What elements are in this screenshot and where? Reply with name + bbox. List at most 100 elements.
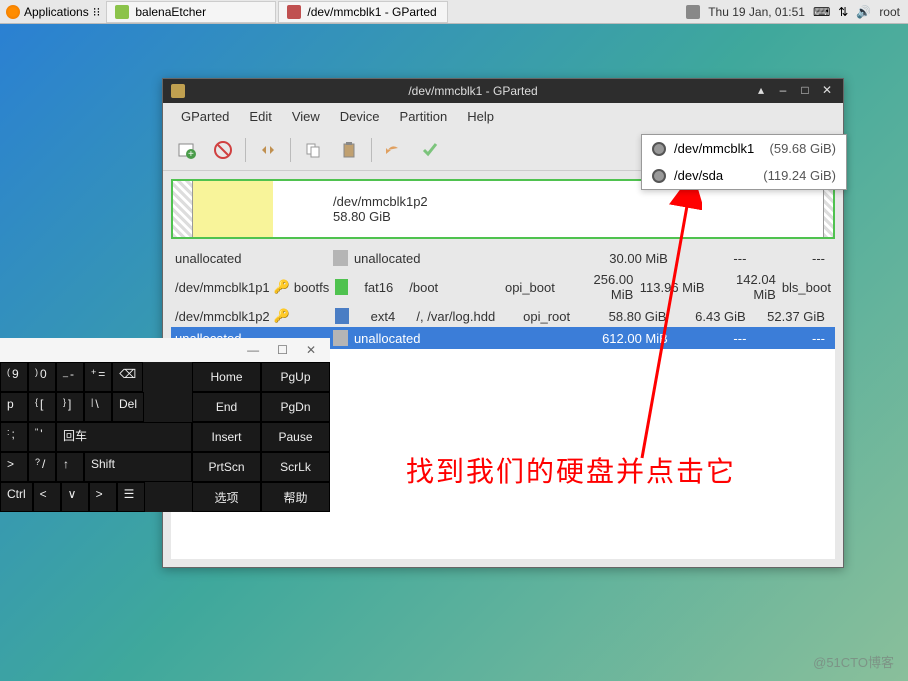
window-title: /dev/mmcblk1 - GParted xyxy=(193,84,753,98)
osk-maximize[interactable]: ☐ xyxy=(277,343,288,357)
osk-key[interactable]: < xyxy=(33,482,61,512)
osk-key[interactable]: Del xyxy=(112,392,144,422)
keyboard-icon[interactable]: ⌨ xyxy=(813,5,830,19)
osk-key[interactable]: {[ xyxy=(28,392,56,422)
menu-device[interactable]: Device xyxy=(330,107,390,126)
fs-type: fat16 xyxy=(354,280,403,295)
resize-button[interactable] xyxy=(254,136,282,164)
paste-button[interactable] xyxy=(335,136,363,164)
delete-button[interactable] xyxy=(209,136,237,164)
osk-key[interactable]: ⌫ xyxy=(112,362,143,392)
maximize-button[interactable]: □ xyxy=(797,83,813,99)
rollup-button[interactable]: ▴ xyxy=(753,83,769,99)
network-icon[interactable]: ⇅ xyxy=(838,5,848,19)
disk-icon xyxy=(652,142,666,156)
partition-table: unallocated unallocated 30.00 MiB --- --… xyxy=(171,247,835,349)
mount: /, /var/log.hdd xyxy=(416,309,517,324)
osk-key[interactable]: _- xyxy=(56,362,84,392)
menu-help[interactable]: Help xyxy=(457,107,504,126)
osk-key[interactable]: PrtScn xyxy=(192,452,261,482)
osk-key[interactable]: 回车 xyxy=(56,422,192,452)
fs-color-icon xyxy=(333,330,348,346)
osk-key[interactable]: > xyxy=(0,452,28,482)
osk-close[interactable]: ✕ xyxy=(306,343,316,357)
osk-key[interactable]: p xyxy=(0,392,28,422)
table-row[interactable]: /dev/mmcblk1p1 🔑 bootfs fat16 /boot opi_… xyxy=(171,269,835,305)
table-row[interactable]: unallocated unallocated 30.00 MiB --- --… xyxy=(171,247,835,269)
osk-key[interactable]: PgDn xyxy=(261,392,330,422)
partition-viz-size: 58.80 GiB xyxy=(333,209,428,224)
device-size: (119.24 GiB) xyxy=(763,168,836,183)
osk-key[interactable]: )0 xyxy=(28,362,56,392)
osk-key[interactable]: }] xyxy=(56,392,84,422)
unused: 52.37 GiB xyxy=(752,309,825,324)
osk-key[interactable]: PgUp xyxy=(261,362,330,392)
titlebar[interactable]: /dev/mmcblk1 - GParted ▴ – □ ✕ xyxy=(163,79,843,103)
osk-key[interactable]: Ctrl xyxy=(0,482,33,512)
osk-key[interactable]: Home xyxy=(192,362,261,392)
svg-text:+: + xyxy=(188,149,194,160)
osk-key[interactable]: ScrLk xyxy=(261,452,330,482)
lock-icon: 🔑 xyxy=(274,308,290,324)
volume-icon[interactable]: 🔊 xyxy=(856,5,871,19)
osk-key[interactable]: ☰ xyxy=(117,482,145,512)
menu-sep: ⁝⁝ xyxy=(93,5,101,19)
fs-color-icon xyxy=(333,250,348,266)
device-size: (59.68 GiB) xyxy=(770,141,836,156)
menu-gparted[interactable]: GParted xyxy=(171,107,239,126)
size: 58.80 GiB xyxy=(593,309,666,324)
fs-type: unallocated xyxy=(354,331,414,346)
fs-type: ext4 xyxy=(355,309,410,324)
label: opi_root xyxy=(523,309,587,324)
applications-menu[interactable]: Applications ⁝⁝ xyxy=(0,5,106,19)
taskbar-item-etcher[interactable]: balenaEtcher xyxy=(106,1,276,23)
osk-key[interactable]: "' xyxy=(28,422,56,452)
osk-key[interactable]: Pause xyxy=(261,422,330,452)
device-option-sda[interactable]: /dev/sda (119.24 GiB) xyxy=(642,162,846,189)
osk-minimize[interactable]: — xyxy=(247,343,259,357)
osk-key[interactable]: += xyxy=(84,362,112,392)
osk-key[interactable]: ∨ xyxy=(61,482,89,512)
used: 113.96 MiB xyxy=(639,280,704,295)
separator xyxy=(371,138,372,162)
user-label: root xyxy=(879,5,900,19)
copy-button[interactable] xyxy=(299,136,327,164)
osk-key[interactable]: Insert xyxy=(192,422,261,452)
osk-key[interactable]: ?/ xyxy=(28,452,56,482)
disk-icon xyxy=(652,169,666,183)
menu-view[interactable]: View xyxy=(282,107,330,126)
onscreen-keyboard: — ☐ ✕ (9)0_-+=⌫p{[}]|\Del:;"'回车>?/↑Shift… xyxy=(0,338,330,512)
osk-titlebar[interactable]: — ☐ ✕ xyxy=(0,338,330,362)
partition-name: /dev/mmcblk1p2 xyxy=(175,309,270,324)
applications-label: Applications xyxy=(24,5,89,19)
taskbar-label: balenaEtcher xyxy=(135,5,206,19)
osk-key[interactable]: (9 xyxy=(0,362,28,392)
minimize-button[interactable]: – xyxy=(775,83,791,99)
osk-key[interactable]: 帮助 xyxy=(261,482,330,512)
apply-button[interactable] xyxy=(416,136,444,164)
menu-partition[interactable]: Partition xyxy=(390,107,458,126)
menu-edit[interactable]: Edit xyxy=(239,107,281,126)
device-name: /dev/mmcblk1 xyxy=(674,141,762,156)
separator xyxy=(290,138,291,162)
osk-key[interactable]: > xyxy=(89,482,117,512)
osk-key[interactable]: ↑ xyxy=(56,452,84,482)
osk-key[interactable]: Shift xyxy=(84,452,192,482)
device-option-mmcblk1[interactable]: /dev/mmcblk1 (59.68 GiB) xyxy=(642,135,846,162)
tray-icon[interactable] xyxy=(686,5,700,19)
close-button[interactable]: ✕ xyxy=(819,83,835,99)
osk-key[interactable]: :; xyxy=(0,422,28,452)
undo-button[interactable] xyxy=(380,136,408,164)
window-icon xyxy=(171,84,185,98)
new-partition-button[interactable]: + xyxy=(173,136,201,164)
clock: Thu 19 Jan, 01:51 xyxy=(708,5,805,19)
etcher-icon xyxy=(115,5,129,19)
osk-key[interactable]: 选项 xyxy=(192,482,261,512)
gparted-icon xyxy=(287,5,301,19)
osk-key[interactable]: End xyxy=(192,392,261,422)
taskbar-item-gparted[interactable]: /dev/mmcblk1 - GParted xyxy=(278,1,448,23)
table-row[interactable]: /dev/mmcblk1p2 🔑 ext4 /, /var/log.hdd op… xyxy=(171,305,835,327)
osk-key[interactable]: |\ xyxy=(84,392,112,422)
size: 256.00 MiB xyxy=(568,272,633,302)
partition-viz-name: /dev/mmcblk1p2 xyxy=(333,194,428,209)
